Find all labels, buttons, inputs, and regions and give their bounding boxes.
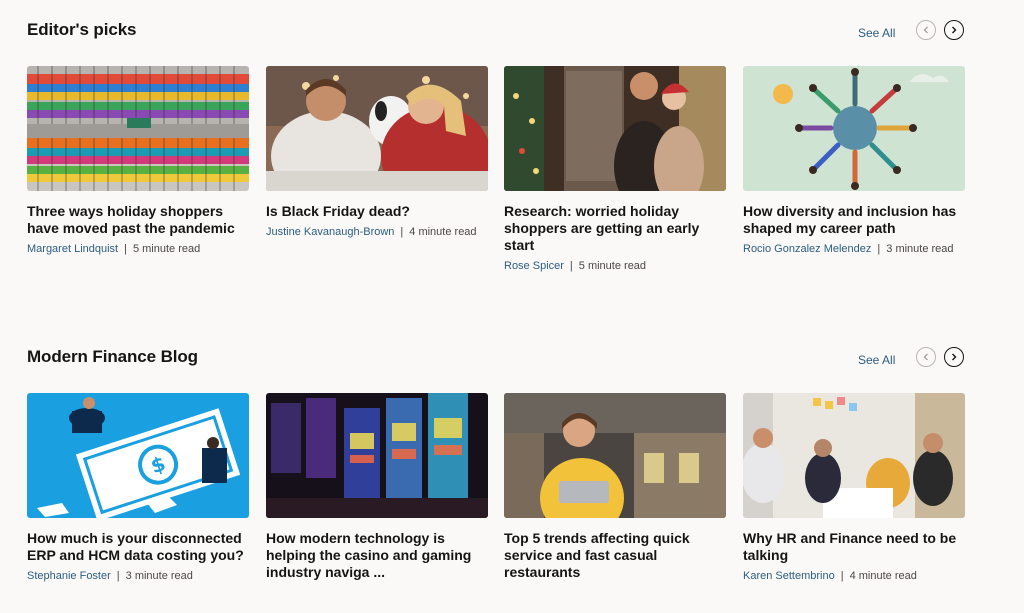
article-image[interactable]: [504, 66, 726, 191]
article-meta: Justine Kavanaugh-Brown | 4 minute read: [266, 225, 488, 239]
article-title[interactable]: How modern technology is helping the cas…: [266, 530, 488, 581]
article-title[interactable]: Three ways holiday shoppers have moved p…: [27, 203, 249, 237]
chevron-left-icon: [923, 26, 928, 34]
carousel-prev-button[interactable]: [916, 20, 936, 40]
article-card[interactable]: How diversity and inclusion has shaped m…: [743, 66, 965, 256]
article-card[interactable]: Is Black Friday dead? Justine Kavanaugh-…: [266, 66, 488, 239]
section-title: Modern Finance Blog: [27, 347, 198, 366]
article-image[interactable]: [743, 66, 965, 191]
chevron-left-icon: [923, 353, 928, 361]
meta-separator: |: [877, 243, 881, 255]
article-card[interactable]: Research: worried holiday shoppers are g…: [504, 66, 726, 273]
article-meta: Karen Settembrino | 4 minute read: [743, 569, 965, 583]
modern-finance-blog-section: Modern Finance Blog See All $ How much i…: [27, 345, 967, 582]
section-header: Modern Finance Blog See All: [27, 345, 967, 373]
chevron-right-icon: [952, 26, 957, 34]
author-link[interactable]: Karen Settembrino: [743, 570, 835, 582]
author-link[interactable]: Stephanie Foster: [27, 570, 111, 582]
article-title[interactable]: Research: worried holiday shoppers are g…: [504, 203, 726, 254]
meta-separator: |: [569, 260, 573, 272]
article-card[interactable]: Three ways holiday shoppers have moved p…: [27, 66, 249, 256]
read-time: 5 minute read: [578, 260, 647, 272]
see-all-link[interactable]: See All: [858, 353, 895, 367]
article-title[interactable]: How much is your disconnected ERP and HC…: [27, 530, 249, 564]
section-title: Editor's picks: [27, 20, 137, 39]
author-link[interactable]: Rose Spicer: [504, 260, 564, 272]
card-row: Three ways holiday shoppers have moved p…: [27, 66, 967, 286]
carousel-next-button[interactable]: [944, 347, 964, 367]
carousel-next-button[interactable]: [944, 20, 964, 40]
article-image[interactable]: [27, 66, 249, 191]
meta-separator: |: [840, 570, 844, 582]
section-header: Editor's picks See All: [27, 18, 967, 46]
article-card[interactable]: How modern technology is helping the cas…: [266, 393, 488, 581]
chevron-right-icon: [952, 353, 957, 361]
meta-separator: |: [116, 570, 120, 582]
read-time: 3 minute read: [125, 570, 193, 582]
meta-separator: |: [400, 226, 404, 238]
article-card[interactable]: Why HR and Finance need to be talking Ka…: [743, 393, 965, 583]
article-image[interactable]: [266, 393, 488, 518]
see-all-link[interactable]: See All: [858, 26, 895, 40]
read-time: 3 minute read: [886, 243, 954, 255]
article-title[interactable]: Is Black Friday dead?: [266, 203, 488, 220]
article-image[interactable]: [504, 393, 726, 518]
article-meta: Rocio Gonzalez Melendez | 3 minute read: [743, 242, 965, 256]
article-card[interactable]: Top 5 trends affecting quick service and…: [504, 393, 726, 581]
article-image[interactable]: $: [27, 393, 249, 518]
article-meta: Stephanie Foster | 3 minute read: [27, 569, 249, 583]
article-meta: Rose Spicer | 5 minute read: [504, 259, 726, 273]
article-image[interactable]: [743, 393, 965, 518]
article-title[interactable]: Why HR and Finance need to be talking: [743, 530, 965, 564]
author-link[interactable]: Justine Kavanaugh-Brown: [266, 226, 394, 238]
article-image[interactable]: [266, 66, 488, 191]
article-meta: Margaret Lindquist | 5 minute read: [27, 242, 249, 256]
author-link[interactable]: Margaret Lindquist: [27, 243, 118, 255]
read-time: 4 minute read: [409, 226, 477, 238]
carousel-prev-button[interactable]: [916, 347, 936, 367]
article-title[interactable]: Top 5 trends affecting quick service and…: [504, 530, 726, 581]
read-time: 5 minute read: [132, 243, 201, 255]
meta-separator: |: [124, 243, 127, 255]
editors-picks-section: Editor's picks See All Three ways holida…: [27, 18, 967, 272]
article-title[interactable]: How diversity and inclusion has shaped m…: [743, 203, 965, 237]
card-row: $ How much is your disconnected ERP and …: [27, 393, 967, 613]
article-card[interactable]: $ How much is your disconnected ERP and …: [27, 393, 249, 583]
read-time: 4 minute read: [849, 570, 917, 582]
author-link[interactable]: Rocio Gonzalez Melendez: [743, 243, 871, 255]
